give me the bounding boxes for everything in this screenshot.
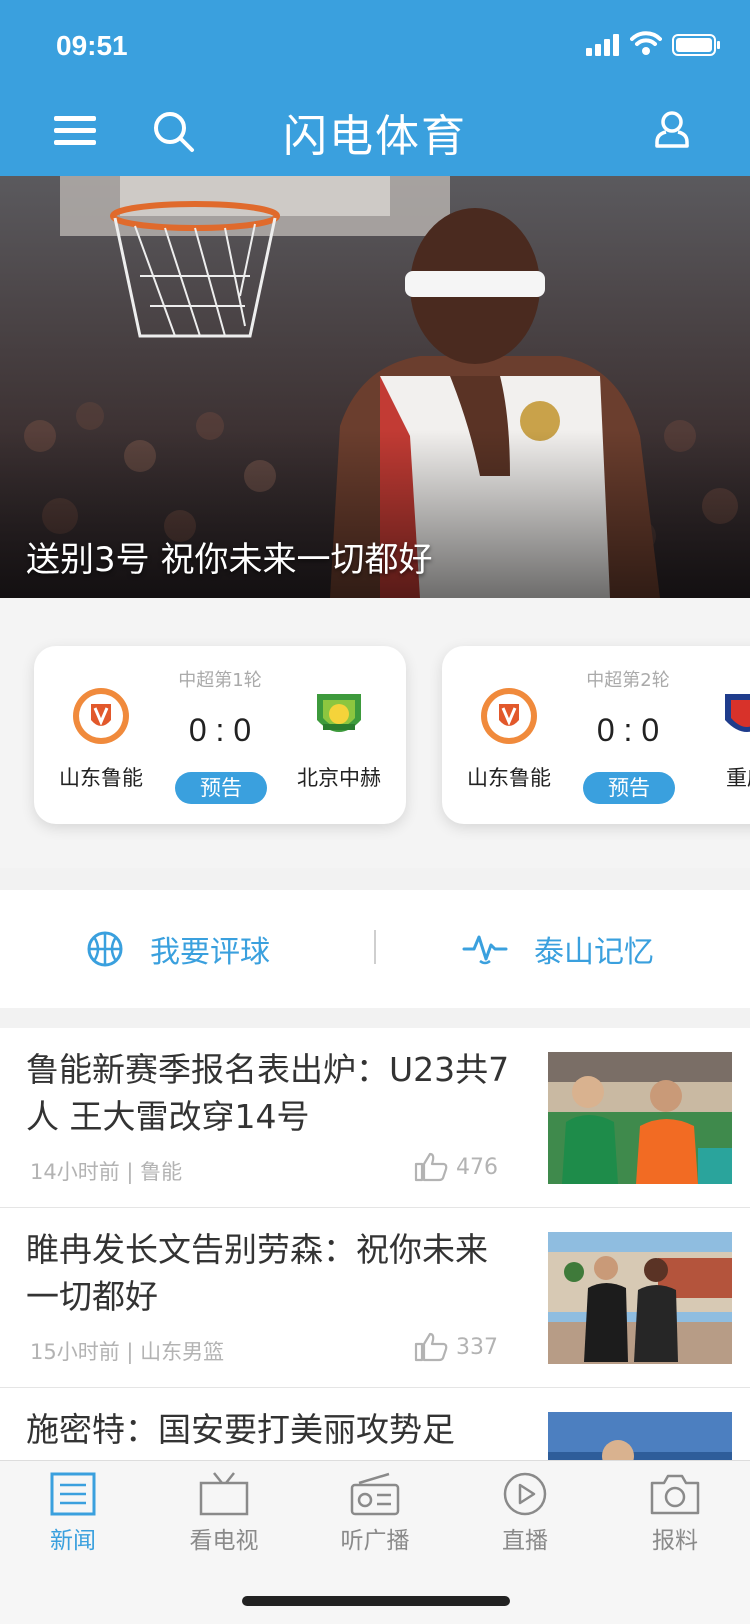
tab-live[interactable]: 直播: [470, 1471, 580, 1555]
page-title: 闪电体育: [283, 111, 467, 162]
tab-report[interactable]: 报料: [620, 1471, 730, 1555]
news-icon: [50, 1472, 96, 1516]
hero-caption: 送别3号 祝你未来一切都好: [26, 540, 433, 580]
tab-label: 新闻: [50, 1528, 96, 1554]
tab-label: 直播: [502, 1528, 548, 1554]
tab-tv[interactable]: 看电视: [169, 1471, 279, 1555]
app-header: 闪电体育: [0, 88, 750, 176]
news-title: 鲁能新赛季报名表出炉：U23共7人 王大雷改穿14号: [26, 1050, 510, 1136]
match-status-badge[interactable]: 预告: [583, 772, 675, 804]
news-item[interactable]: 施密特：国安要打美丽攻势足: [0, 1388, 750, 1460]
wifi-icon: [630, 31, 662, 55]
match-status-badge[interactable]: 预告: [175, 772, 267, 804]
news-thumbnail: [548, 1052, 732, 1184]
thumbs-up-icon: [414, 1332, 448, 1362]
news-list: 鲁能新赛季报名表出炉：U23共7人 王大雷改穿14号 14小时前 | 鲁能 47…: [0, 1028, 750, 1460]
away-team-name: 北京中赫: [297, 766, 381, 790]
match-carousel[interactable]: 中超第1轮 山东鲁能 0 : 0 预告 北京中赫 中超第2轮 山东鲁能 0: …: [0, 598, 750, 868]
user-icon[interactable]: [654, 110, 690, 150]
status-time: 09:51: [56, 30, 128, 61]
like-button[interactable]: 337: [414, 1332, 498, 1362]
news-tag: 山东男篮: [140, 1340, 225, 1364]
news-item[interactable]: 鲁能新赛季报名表出炉：U23共7人 王大雷改穿14号 14小时前 | 鲁能 47…: [0, 1028, 750, 1208]
news-tag: 鲁能: [140, 1160, 183, 1184]
quick-links: 我要评球 泰山记忆: [0, 890, 750, 1008]
tab-label: 听广播: [340, 1528, 410, 1554]
quick-link-label: 泰山记忆: [534, 935, 654, 970]
tab-news[interactable]: 新闻: [18, 1471, 128, 1555]
thumbs-up-icon: [414, 1152, 448, 1182]
match-card[interactable]: 中超第1轮 山东鲁能 0 : 0 预告 北京中赫: [34, 646, 406, 824]
match-card[interactable]: 中超第2轮 山东鲁能 0 : 0 预告 重庆: [442, 646, 750, 824]
beijing-logo-icon: [317, 694, 361, 732]
like-button[interactable]: 476: [414, 1152, 498, 1182]
tab-label: 看电视: [189, 1528, 259, 1554]
heartbeat-icon: [462, 935, 508, 965]
basketball-icon: [87, 931, 123, 967]
news-time: 15小时前: [30, 1340, 120, 1364]
chongqing-logo-icon: [725, 694, 750, 732]
away-team: 重庆: [682, 686, 750, 792]
home-indicator[interactable]: [242, 1596, 510, 1606]
home-team-name: 山东鲁能: [59, 766, 143, 790]
quick-link-memory[interactable]: 泰山记忆: [462, 924, 654, 974]
like-count: 337: [456, 1334, 498, 1360]
tv-icon: [199, 1472, 249, 1516]
quick-link-comment[interactable]: 我要评球: [86, 924, 270, 974]
news-title: 睢冉发长文告别劳森：祝你未来一切都好: [26, 1230, 488, 1316]
radio-icon: [350, 1472, 400, 1516]
news-item[interactable]: 睢冉发长文告别劳森：祝你未来一切都好 15小时前 | 山东男篮 337: [0, 1208, 750, 1388]
home-team-name: 山东鲁能: [467, 766, 551, 790]
news-time: 14小时前: [30, 1160, 120, 1184]
like-count: 476: [456, 1154, 498, 1180]
tab-radio[interactable]: 听广播: [320, 1471, 430, 1555]
away-team-name: 重庆: [726, 766, 750, 790]
tab-label: 报料: [652, 1528, 698, 1554]
hero-banner[interactable]: 送别3号 祝你未来一切都好: [0, 176, 750, 598]
news-thumbnail: [548, 1232, 732, 1364]
news-title: 施密特：国安要打美丽攻势足: [26, 1410, 455, 1449]
quick-link-label: 我要评球: [150, 935, 270, 970]
news-meta: 14小时前 | 鲁能: [30, 1160, 183, 1184]
status-bar: 09:51: [0, 0, 750, 88]
divider: [374, 930, 376, 964]
news-meta: 15小时前 | 山东男篮: [30, 1340, 225, 1364]
battery-icon: [672, 34, 720, 56]
away-team: 北京中赫: [274, 686, 404, 792]
camera-icon: [650, 1474, 700, 1515]
news-thumbnail: [548, 1412, 732, 1460]
signal-icon: [586, 34, 619, 56]
play-icon: [503, 1472, 547, 1516]
